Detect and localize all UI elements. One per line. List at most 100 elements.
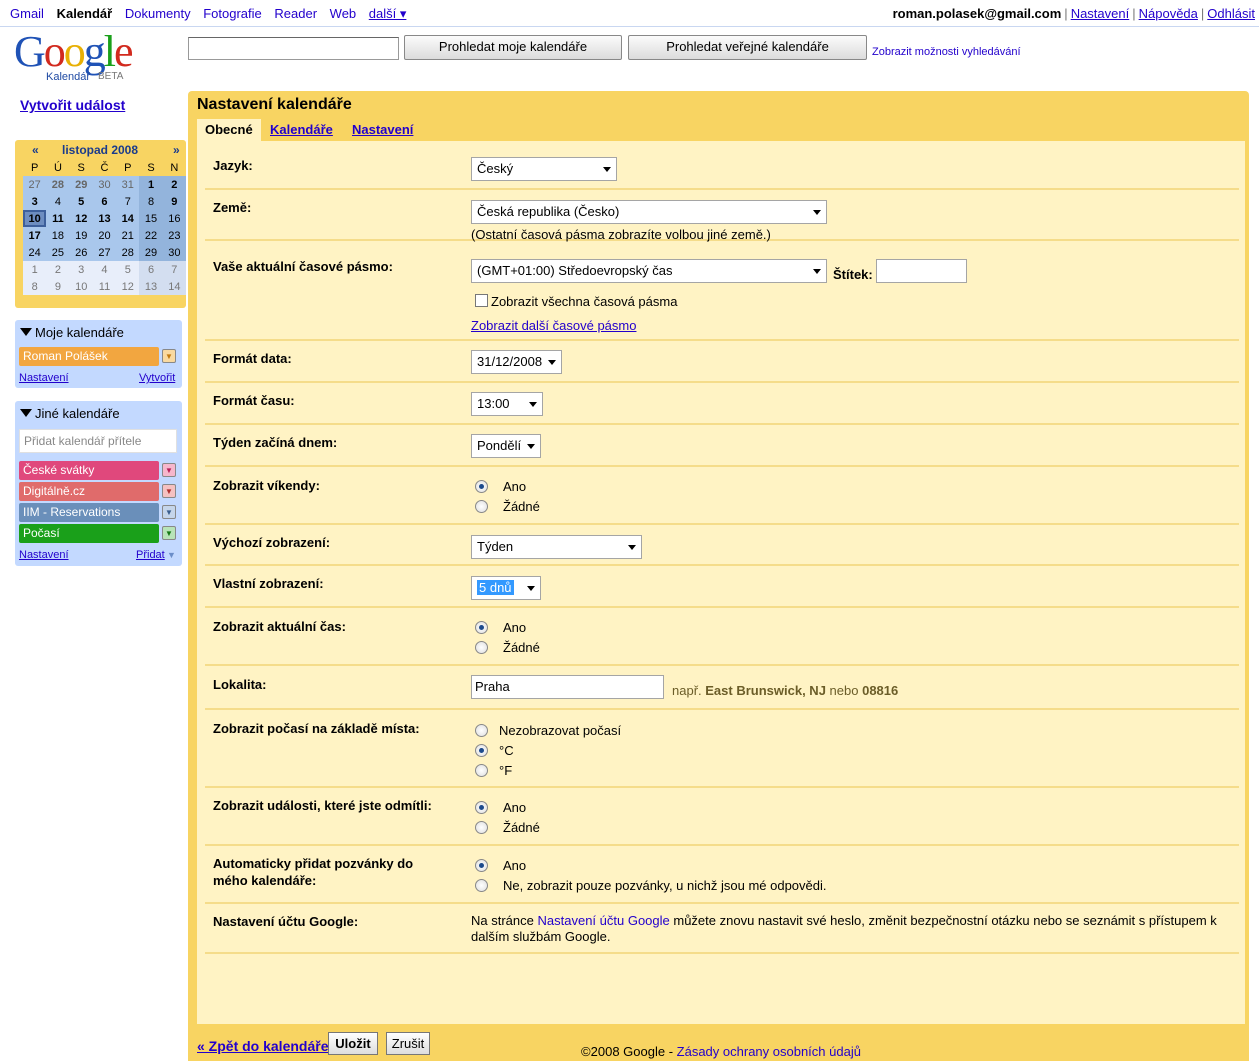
weekends-no-radio[interactable]: [475, 500, 488, 513]
country-select[interactable]: Česká republika (Česko): [471, 200, 827, 224]
day-cell[interactable]: 20: [92, 227, 117, 244]
week-start-select[interactable]: Pondělí: [471, 434, 541, 458]
nav-photos[interactable]: Fotografie: [203, 6, 262, 21]
help-link[interactable]: Nápověda: [1139, 6, 1198, 21]
my-calendars-settings-link[interactable]: Nastavení: [19, 372, 69, 384]
save-button[interactable]: Uložit: [328, 1032, 378, 1055]
next-month-button[interactable]: »: [173, 143, 180, 157]
weather-none-radio[interactable]: [475, 724, 488, 737]
day-cell[interactable]: 7: [162, 261, 186, 278]
day-cell[interactable]: 30: [162, 244, 186, 261]
weather-celsius-radio[interactable]: [475, 744, 488, 757]
day-cell[interactable]: 4: [92, 261, 117, 278]
default-view-select[interactable]: Týden: [471, 535, 642, 559]
day-cell[interactable]: 28: [116, 244, 140, 261]
day-cell-today[interactable]: 10: [23, 210, 47, 227]
nav-web[interactable]: Web: [330, 6, 357, 21]
nav-more[interactable]: další ▾: [369, 6, 407, 21]
search-my-calendars-button[interactable]: Prohledat moje kalendáře: [404, 35, 622, 60]
nav-reader[interactable]: Reader: [274, 6, 317, 21]
day-cell[interactable]: 3: [69, 261, 93, 278]
add-dropdown-icon[interactable]: ▼: [167, 550, 176, 560]
day-cell[interactable]: 25: [46, 244, 70, 261]
timezone-select[interactable]: (GMT+01:00) Středoevropský čas: [471, 259, 827, 283]
day-cell[interactable]: 18: [46, 227, 70, 244]
tab-general[interactable]: Obecné: [197, 119, 261, 141]
day-cell[interactable]: 14: [162, 278, 186, 295]
day-cell[interactable]: 5: [116, 261, 140, 278]
calendar-item-weather[interactable]: Počasí: [19, 524, 159, 543]
day-cell[interactable]: 10: [69, 278, 93, 295]
day-cell[interactable]: 13: [92, 210, 117, 227]
chevron-down-icon[interactable]: ▼: [162, 463, 176, 477]
day-cell[interactable]: 11: [92, 278, 117, 295]
search-options-link[interactable]: Zobrazit možnosti vyhledávání: [872, 46, 1021, 58]
day-cell[interactable]: 28: [46, 176, 70, 193]
google-calendar-logo[interactable]: Google Kalendář BETA: [14, 30, 164, 86]
day-cell[interactable]: 8: [23, 278, 47, 295]
nav-gmail[interactable]: Gmail: [10, 6, 44, 21]
day-cell[interactable]: 2: [46, 261, 70, 278]
chevron-down-icon[interactable]: ▼: [162, 526, 176, 540]
show-all-timezones-checkbox[interactable]: [475, 294, 488, 307]
day-cell[interactable]: 9: [46, 278, 70, 295]
day-cell[interactable]: 29: [69, 176, 93, 193]
declined-no-radio[interactable]: [475, 821, 488, 834]
google-account-link[interactable]: Nastavení účtu Google: [538, 913, 670, 928]
day-cell[interactable]: 27: [23, 176, 47, 193]
day-cell[interactable]: 8: [139, 193, 163, 210]
day-cell[interactable]: 27: [92, 244, 117, 261]
day-cell[interactable]: 3: [23, 193, 47, 210]
day-cell[interactable]: 2: [162, 176, 186, 193]
create-calendar-link[interactable]: Vytvořit: [139, 372, 175, 384]
back-to-calendar-link[interactable]: « Zpět do kalendáře: [197, 1038, 328, 1054]
date-format-select[interactable]: 31/12/2008: [471, 350, 562, 374]
calendar-item-digitalne[interactable]: Digitálně.cz: [19, 482, 159, 501]
day-cell[interactable]: 19: [69, 227, 93, 244]
day-cell[interactable]: 24: [23, 244, 47, 261]
day-cell[interactable]: 4: [46, 193, 70, 210]
day-cell[interactable]: 23: [162, 227, 186, 244]
day-cell[interactable]: 12: [69, 210, 93, 227]
day-cell[interactable]: 21: [116, 227, 140, 244]
day-cell[interactable]: 26: [69, 244, 93, 261]
search-input[interactable]: [188, 37, 399, 60]
calendar-item-holidays[interactable]: České svátky: [19, 461, 159, 480]
day-cell[interactable]: 9: [162, 193, 186, 210]
day-cell[interactable]: 22: [139, 227, 163, 244]
calendar-item-iim[interactable]: IIM - Reservations: [19, 503, 159, 522]
logout-link[interactable]: Odhlásit: [1207, 6, 1255, 21]
day-cell[interactable]: 15: [139, 210, 163, 227]
chevron-down-icon[interactable]: ▼: [162, 484, 176, 498]
weekends-yes-radio[interactable]: [475, 480, 488, 493]
current-time-yes-radio[interactable]: [475, 621, 488, 634]
mini-calendar-title[interactable]: listopad 2008: [62, 143, 138, 157]
day-cell[interactable]: 16: [162, 210, 186, 227]
nav-docs[interactable]: Dokumenty: [125, 6, 191, 21]
day-cell[interactable]: 6: [139, 261, 163, 278]
add-timezone-link[interactable]: Zobrazit další časové pásmo: [471, 318, 636, 333]
custom-view-select[interactable]: 5 dnů: [471, 576, 541, 600]
language-select[interactable]: Český: [471, 157, 617, 181]
chevron-down-icon[interactable]: ▼: [162, 349, 176, 363]
day-cell[interactable]: 13: [139, 278, 163, 295]
day-cell[interactable]: 1: [139, 176, 163, 193]
cancel-button[interactable]: Zrušit: [386, 1032, 430, 1055]
day-cell[interactable]: 7: [116, 193, 140, 210]
day-cell[interactable]: 30: [92, 176, 117, 193]
tab-calendars[interactable]: Kalendáře: [270, 119, 333, 141]
location-input[interactable]: Praha: [471, 675, 664, 699]
time-format-select[interactable]: 13:00: [471, 392, 543, 416]
my-calendars-header[interactable]: Moje kalendáře: [20, 325, 124, 340]
chevron-down-icon[interactable]: ▼: [162, 505, 176, 519]
other-calendars-header[interactable]: Jiné kalendáře: [20, 406, 120, 421]
auto-add-yes-radio[interactable]: [475, 859, 488, 872]
other-calendars-settings-link[interactable]: Nastavení: [19, 549, 69, 561]
calendar-item-roman[interactable]: Roman Polášek: [19, 347, 159, 366]
day-cell[interactable]: 6: [92, 193, 117, 210]
day-cell[interactable]: 17: [23, 227, 47, 244]
auto-add-no-radio[interactable]: [475, 879, 488, 892]
day-cell[interactable]: 11: [46, 210, 70, 227]
prev-month-button[interactable]: «: [32, 143, 39, 157]
day-cell[interactable]: 12: [116, 278, 140, 295]
